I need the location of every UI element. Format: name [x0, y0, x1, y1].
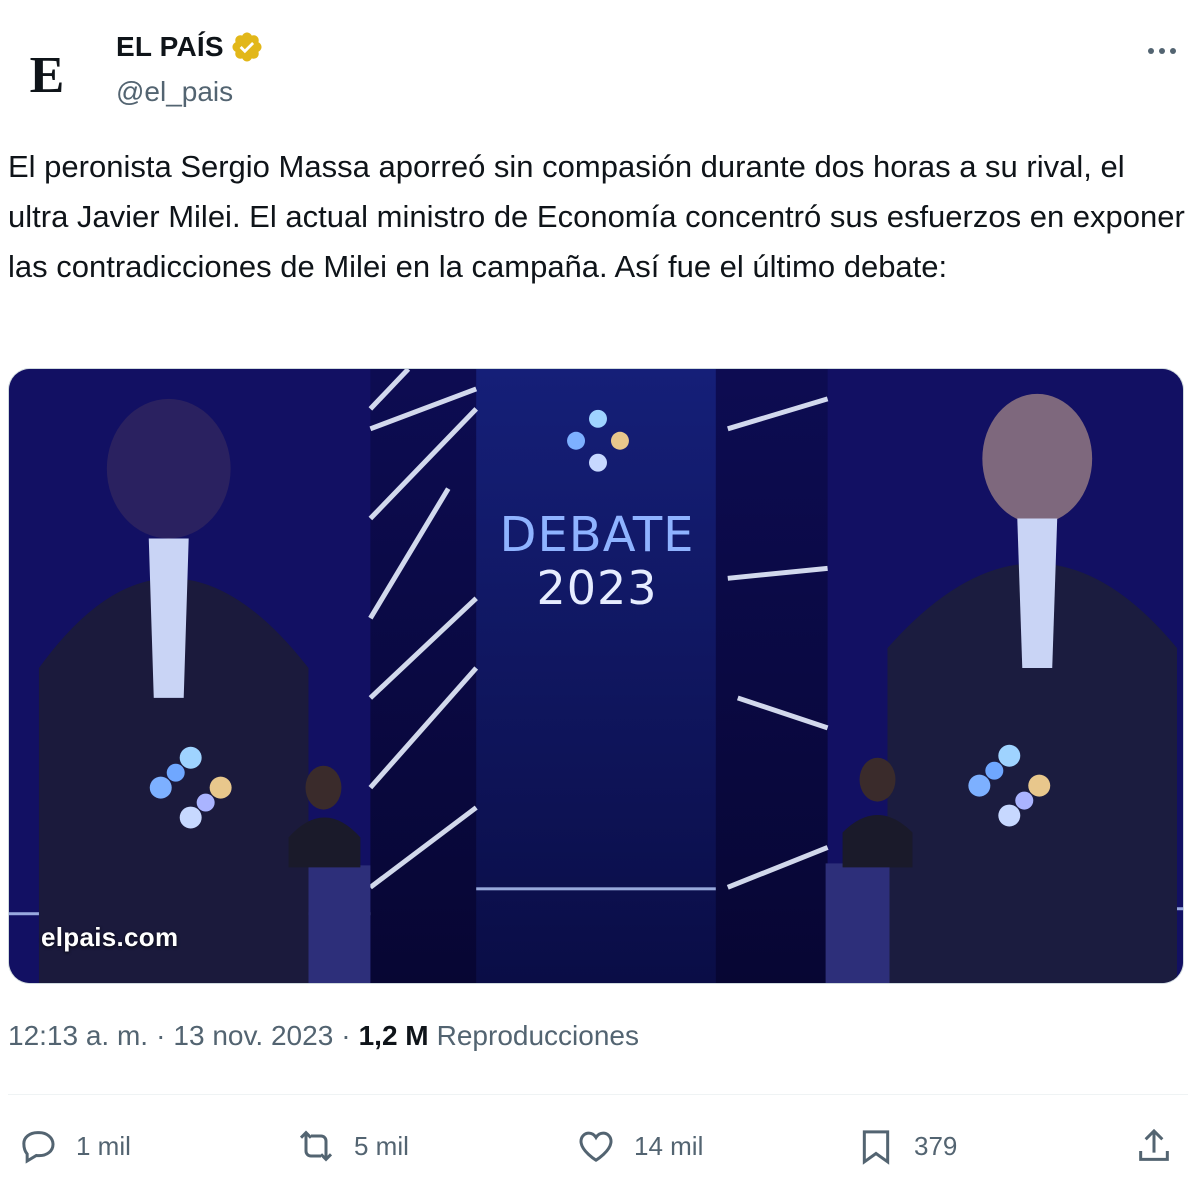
debate-stage-image	[9, 369, 1183, 983]
meta-separator: ·	[156, 1020, 166, 1051]
action-bar: 1 mil 5 mil 14 mil 379	[0, 1118, 1200, 1174]
bookmark-button[interactable]: 379	[856, 1118, 957, 1174]
reply-icon	[22, 1131, 55, 1164]
tweet-header: E EL PAÍS @el_pais	[0, 22, 1200, 122]
divider	[8, 1094, 1188, 1095]
views-count: 1,2 M	[358, 1020, 429, 1051]
debate-screen-title: DEBATE	[499, 507, 695, 563]
like-count: 14 mil	[634, 1130, 704, 1161]
account-handle[interactable]: @el_pais	[116, 76, 233, 108]
tweet-text: El peronista Sergio Massa aporreó sin co…	[8, 149, 1185, 284]
like-icon	[579, 1131, 613, 1162]
views-label: Reproducciones	[436, 1020, 639, 1051]
retweet-count: 5 mil	[354, 1130, 409, 1161]
share-icon	[1139, 1128, 1169, 1161]
reply-button[interactable]: 1 mil	[18, 1118, 131, 1174]
bookmark-count: 379	[914, 1130, 958, 1161]
avatar-logo: E	[29, 46, 65, 104]
tweet-meta: 12:13 a. m. · 13 nov. 2023 · 1,2 M Repro…	[8, 1020, 639, 1052]
image-watermark: elpais.com	[41, 922, 179, 952]
reply-count: 1 mil	[76, 1130, 131, 1161]
retweet-icon	[299, 1130, 333, 1162]
meta-separator: ·	[341, 1020, 351, 1051]
tweet-date[interactable]: 13 nov. 2023	[173, 1020, 333, 1052]
more-icon[interactable]	[1142, 36, 1182, 66]
tweet-media-image[interactable]: DEBATE 2023 elpais.com	[8, 368, 1184, 984]
tweet-time[interactable]: 12:13 a. m.	[8, 1020, 148, 1052]
account-name-row: EL PAÍS	[116, 30, 264, 64]
like-button[interactable]: 14 mil	[576, 1118, 703, 1174]
avatar[interactable]: E	[2, 30, 92, 120]
share-button[interactable]	[1134, 1118, 1174, 1174]
account-name[interactable]: EL PAÍS	[116, 31, 224, 63]
verified-badge-icon	[232, 32, 262, 62]
retweet-button[interactable]: 5 mil	[296, 1118, 409, 1174]
bookmark-icon	[862, 1130, 890, 1165]
debate-screen-year: 2023	[536, 561, 658, 615]
